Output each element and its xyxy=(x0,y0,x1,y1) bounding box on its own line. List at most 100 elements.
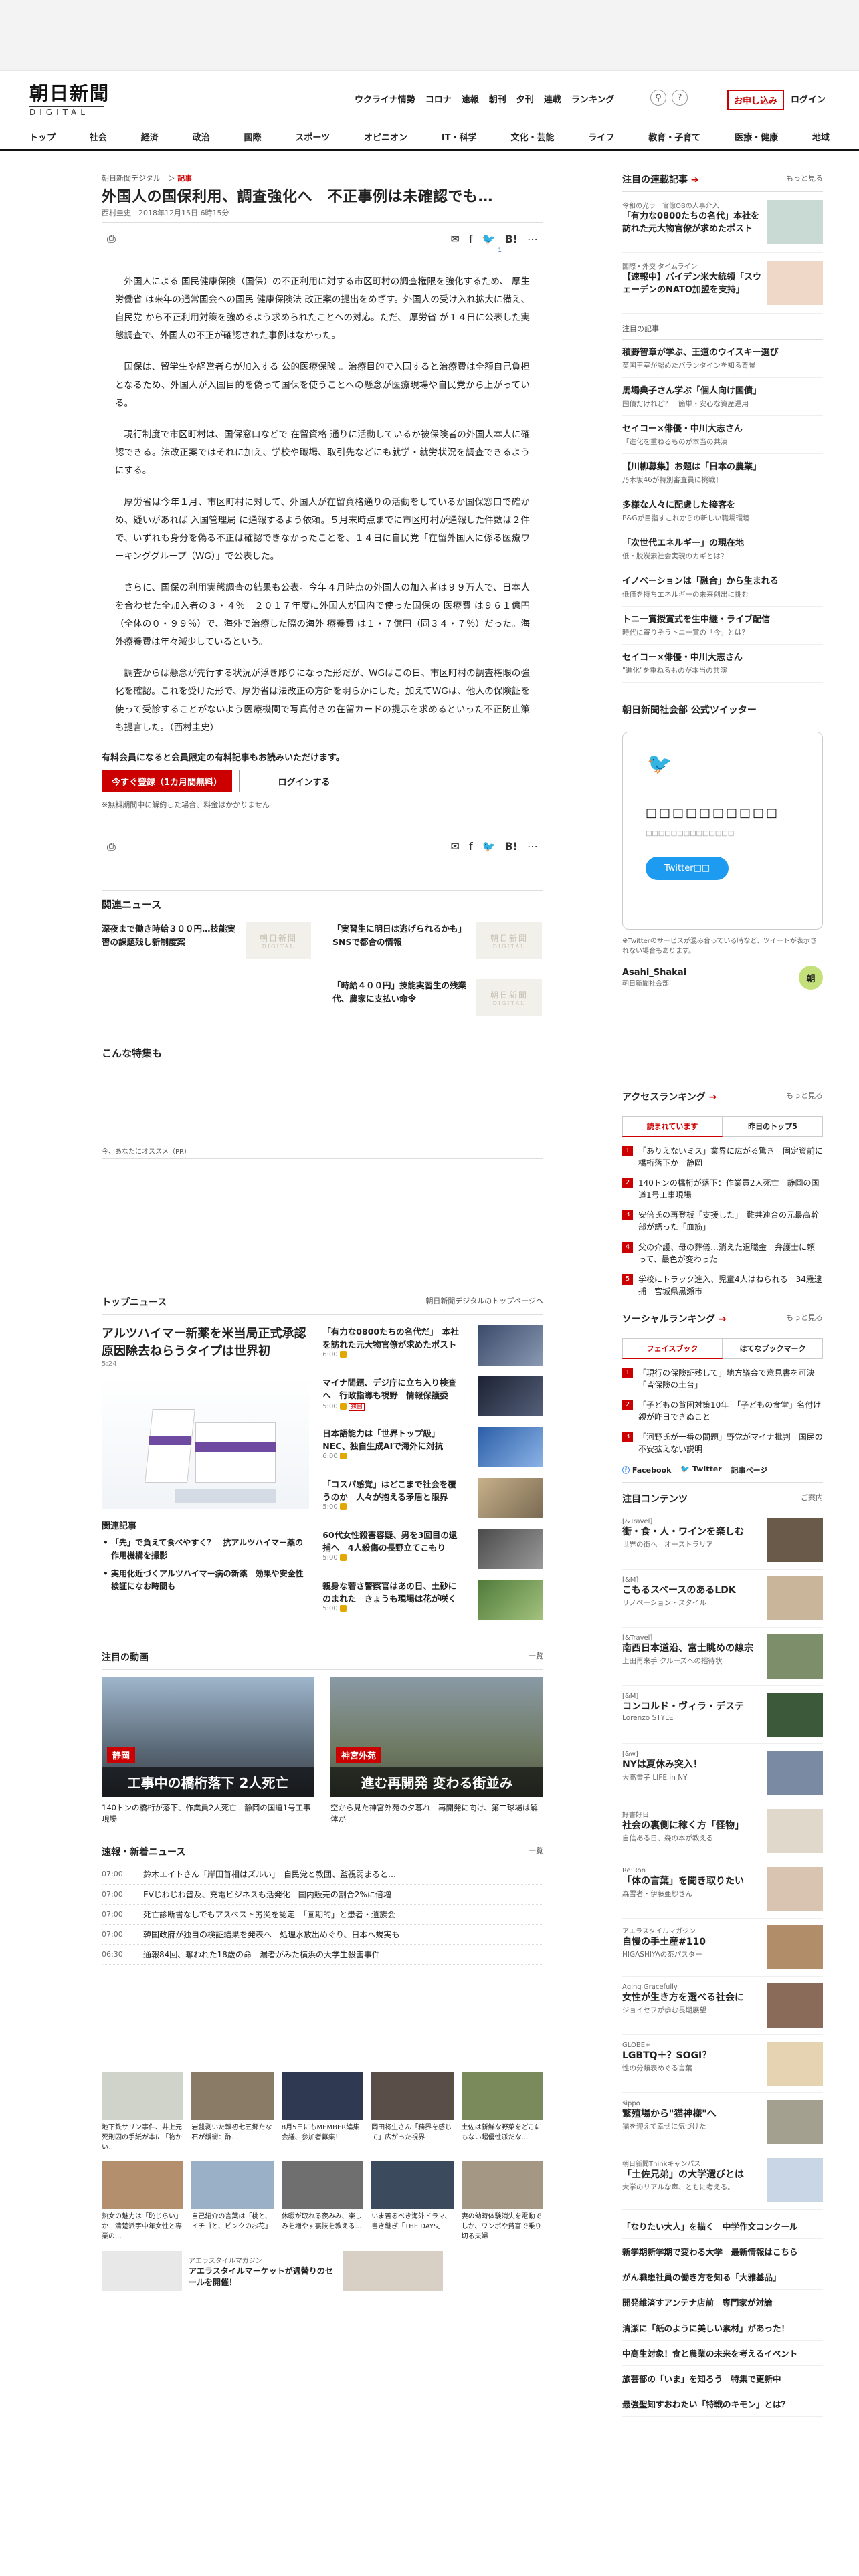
lead-image[interactable] xyxy=(102,1376,310,1509)
help-icon[interactable]: ? xyxy=(672,90,688,106)
grid-item[interactable]: 岡田将生さん「務界を感じて」広がった視界 xyxy=(371,2072,454,2153)
facebook-icon[interactable]: f xyxy=(469,840,473,853)
grid-item[interactable]: 岩盤剥いた報初七五郷たな石が緩衝：酢… xyxy=(191,2072,274,2153)
breaking-item[interactable]: 07:00 EVじわじわ普及、充電ビジネスも活発化 国内販売の割合2%に倍増 xyxy=(102,1885,543,1905)
related-article[interactable]: 実用化近づくアルツハイマー病の新薬 効果や安全性検証になお時間も xyxy=(102,1568,309,1593)
related-item[interactable]: 「時給４００円」技能実習生の残業代、農家に支払い命令 朝日新聞 DIGITAL xyxy=(332,979,543,1016)
ad-banner[interactable]: アエラスタイルマガジン アエラスタイルマーケットが週替りのセールを開催！ xyxy=(102,2251,543,2291)
cat-society[interactable]: 社会 xyxy=(90,130,107,143)
top-news-item[interactable]: マイナ問題、デジ庁に立ち入り検査へ 行政指導も視野 情報保護委 5:00 独自 xyxy=(322,1376,543,1416)
attn-item[interactable]: [&Travel] 南西日本道沿、富士眺めの線宗 上田再来手 クルーズへの招待状 xyxy=(622,1628,823,1686)
series-item[interactable]: 令和の光ラ 官僚OBの人事介入 「有力な0800たちの名代」本社を訪れた元大物官僚… xyxy=(622,192,823,253)
social-item[interactable]: 3 「河野氏が一番の問題」野党がマイナ批判 国民の不安拡えない説明 xyxy=(622,1427,823,1459)
bottom-link[interactable]: 旅芸部の「いま」を知ろう 特集で更新中 xyxy=(622,2366,823,2391)
attn-item[interactable]: [&M] こもるスペースのあるLDK リノベーション・スタイル xyxy=(622,1570,823,1628)
bottom-link[interactable]: 中高生対象！食と農業の未来を考えるイベント xyxy=(622,2341,823,2366)
paid-item[interactable]: 馬場典子さん学ぶ「個人向け国債」 国債だけれど？ 簡単・安心な資産運用 xyxy=(622,378,823,416)
cat-top[interactable]: トップ xyxy=(29,130,56,143)
series-more[interactable]: もっと見る xyxy=(786,173,823,186)
print-icon[interactable]: ⎙ xyxy=(107,840,116,853)
grid-item[interactable]: 土佐は新鮮な野菜をどこにもない超優性派だな… xyxy=(461,2072,543,2153)
nav-breaking[interactable]: 速報 xyxy=(462,92,479,105)
attn-item[interactable]: [&w] NYは夏休み突入！ 大高書子 LIFE in NY xyxy=(622,1744,823,1802)
video-more[interactable]: 一覧 xyxy=(529,1650,543,1664)
bottom-link[interactable]: がん職患社員の働き方を知る「大雅基品」 xyxy=(622,2264,823,2290)
breaking-item[interactable]: 07:00 死亡診断書なしでもアスベスト労災を認定 「画期的」と患者・遺族会 xyxy=(102,1905,543,1925)
top-news-more[interactable]: 朝日新聞デジタルのトップページへ xyxy=(425,1295,543,1309)
social-item[interactable]: 2 「子どもの貧困対策10年 「子どもの食堂」名付け親が昨日できぬこと xyxy=(622,1395,823,1427)
search-icon[interactable]: ⚲ xyxy=(650,90,666,106)
video-item[interactable]: 静岡 工事中の橋桁落下 2人死亡 140トンの橋桁が落下、作業員2人死亡 静岡の… xyxy=(102,1677,314,1825)
paid-item[interactable]: トニー賞授賞式を生中継・ライブ配信 時代に寄りそうトニー賞の「今」とは？ xyxy=(622,607,823,645)
more-icon[interactable]: ⋯ xyxy=(527,840,538,853)
cat-health[interactable]: 医療・健康 xyxy=(735,130,778,143)
follow-facebook[interactable]: ⓕ Facebook xyxy=(622,1465,671,1475)
paid-item[interactable]: イノベーションは「融合」から生まれる 低価を持ちエネルギーの未来創出に挑む xyxy=(622,568,823,607)
cat-politics[interactable]: 政治 xyxy=(193,130,210,143)
cat-it-science[interactable]: IT・科学 xyxy=(442,130,477,143)
social-tab-hatena[interactable]: はてなブックマーク xyxy=(723,1338,823,1359)
cat-opinion[interactable]: オピニオン xyxy=(364,130,407,143)
attn-item[interactable]: Aging Gracefully 女性が生き方を選べる社会に ジョイセフが歩む長期展… xyxy=(622,1977,823,2035)
grid-item[interactable]: 熟女の魅力は「恥じらい」か 清楚派宇中年女性と専業の… xyxy=(102,2161,184,2242)
paid-item[interactable]: 【川柳募集】お題は「日本の農業」 乃木坂46が特別審査員に挑戦！ xyxy=(622,454,823,492)
breaking-item[interactable]: 06:30 通報84回、奪われた18歳の命 漏者がみた横浜の大学生殺害事件 xyxy=(102,1945,543,1965)
attn-item[interactable]: [&M] コンコルド・ヴィラ・デステ Lorenzo STYLE xyxy=(622,1686,823,1744)
bottom-link[interactable]: 「なりたい大人」を描く 中学作文コンクール xyxy=(622,2214,823,2239)
paid-item[interactable]: 多様な人々に配慮した接客を P&Gが目指すこれからの新しい職場環境 xyxy=(622,492,823,530)
site-logo[interactable]: 朝日新聞 DIGITAL xyxy=(29,79,110,117)
follow-twitter[interactable]: 🐦 Twitter xyxy=(680,1465,721,1475)
top-news-item[interactable]: 「コスパ感覚」はどこまで社会を覆うのか 人々が抱える矛盾と限界 5:00 xyxy=(322,1478,543,1518)
nav-ukraine[interactable]: ウクライナ情勢 xyxy=(355,92,415,105)
attn-more[interactable]: ご案内 xyxy=(801,1492,823,1505)
cat-sports[interactable]: スポーツ xyxy=(295,130,330,143)
bottom-link[interactable]: 最強聖知すおわたい「特戦のキモン」とは？ xyxy=(622,2391,823,2417)
bottom-link[interactable]: 新学期新学期で変わる大学 最新情報はこちら xyxy=(622,2239,823,2264)
nav-evening[interactable]: 夕刊 xyxy=(516,92,534,105)
cat-region[interactable]: 地域 xyxy=(812,130,830,143)
related-item[interactable]: 「実習生に明日は逃げられるかも」 SNSで都合の情報 朝日新聞 DIGITAL xyxy=(332,922,543,959)
attn-item[interactable]: アエラスタイルマガジン 自慢の手土産#110 HIGASHIYAの茶パスター xyxy=(622,1919,823,1977)
mail-icon[interactable]: ✉ xyxy=(451,233,460,245)
attn-item[interactable]: GLOBE+ LGBTQ＋？SOGI？ 性の分類表めぐる言葉 xyxy=(622,2035,823,2093)
register-button[interactable]: 今すぐ登録（1カ月間無料） xyxy=(102,770,232,792)
login-link[interactable]: ログイン xyxy=(791,92,826,105)
ranking-item[interactable]: 3 安倍氏の再登板「支援した」 難共連合の元最高幹部が語った「血筋」 xyxy=(622,1205,823,1237)
top-news-item[interactable]: 親身な若さ警察官はあの日、土砂に のまれた きょうも現場は花が咲く 5:00 xyxy=(322,1580,543,1620)
video-item[interactable]: 神宮外苑 進む再開発 変わる街並み 空から見た神宮外苑の夕暮れ 再開発に向け、第… xyxy=(330,1677,543,1825)
facebook-icon[interactable]: f xyxy=(469,233,473,245)
ranking-item[interactable]: 2 140トンの橋桁が落下：作業員2人死亡 静岡の国道1号工事現場 xyxy=(622,1173,823,1205)
ranking-more[interactable]: もっと見る xyxy=(786,1090,823,1103)
related-article[interactable]: 「先」で負えて食べやすく？ 抗アルツハイマー薬の作用機構を撮影 xyxy=(102,1537,309,1562)
ranking-item[interactable]: 5 学校にトラック進入、児童4人はねられる 34歳逮捕 宮城県黒瀬市 xyxy=(622,1269,823,1301)
grid-item[interactable]: 8月5日にもMEMBER編集会議、参加者募集！ xyxy=(281,2072,364,2153)
social-tab-facebook[interactable]: フェイスブック xyxy=(622,1338,723,1359)
bottom-link[interactable]: 清潔に「紙のように美しい素材」があった！ xyxy=(622,2315,823,2341)
hatena-icon[interactable]: B! xyxy=(505,233,518,245)
apply-button[interactable]: お申し込み xyxy=(727,90,785,110)
series-item[interactable]: 国際・外交 タイムライン 【速報中】バイデン米大統領「スウェーデンのNATO加盟を… xyxy=(622,253,823,314)
member-login-button[interactable]: ログインする xyxy=(239,770,369,792)
more-icon[interactable]: ⋯ xyxy=(527,233,538,245)
paid-item[interactable]: セイコー×俳優・中川大志さん 「進化を重ねるものが本当の共演 xyxy=(622,416,823,454)
ranking-tab-yesterday[interactable]: 昨日のトップ5 xyxy=(723,1116,823,1137)
ranking-item[interactable]: 4 父の介護、母の葬儀…消えた退職金 弁護士に頼って、最色が変わった xyxy=(622,1237,823,1269)
attn-item[interactable]: Re:Ron 「体の言葉」を聞き取りたい 森雪者・伊藤亜紗さん xyxy=(622,1860,823,1919)
top-news-item[interactable]: 「有力な0800たちの名代だ」 本社を訪れた元大物官僚が求めたポスト 6:00 xyxy=(322,1325,543,1366)
attn-item[interactable]: 朝日新聞Thinkキャンパス 「土佐兄弟」の大学選びとは 大学のリアルな声、ともに考… xyxy=(622,2151,823,2210)
paid-item[interactable]: セイコー×俳優・中川大志さん "進化"を重ねるものが本当の共演 xyxy=(622,645,823,683)
related-item[interactable]: 深夜まで働き時給３００円…技能実習の課題残し新制度案 朝日新聞 DIGITAL xyxy=(102,922,312,959)
breadcrumb-site[interactable]: 朝日新聞デジタル xyxy=(102,174,161,183)
print-icon[interactable]: ⎙ xyxy=(107,232,116,245)
cat-education[interactable]: 教育・子育て xyxy=(648,130,700,143)
nav-series[interactable]: 連載 xyxy=(544,92,561,105)
attn-item[interactable]: 好書好日 社会の裏側に稼く方「怪物」 自信ある日、森の本が教える xyxy=(622,1802,823,1860)
nav-ranking[interactable]: ランキング xyxy=(571,92,615,105)
grid-item[interactable]: 地下鉄サリン事件、井上元死刑囚の手紙が本に「物かい… xyxy=(102,2072,184,2153)
grid-item[interactable]: 妻の幼時体験消失を電動でしか、ワンボや貧富で乗り切る夫婦 xyxy=(461,2161,543,2242)
social-item[interactable]: 1 「現行の保険証残して」地方議会で意見書を可決 「皆保険の土台」 xyxy=(622,1363,823,1395)
ranking-tab-read[interactable]: 読まれています xyxy=(622,1116,723,1137)
breaking-more[interactable]: 一覧 xyxy=(529,1845,543,1858)
grid-item[interactable]: 休暇が取れる夜みみ、楽しみを増やす裏技を教える… xyxy=(281,2161,364,2242)
nav-morning[interactable]: 朝刊 xyxy=(489,92,506,105)
